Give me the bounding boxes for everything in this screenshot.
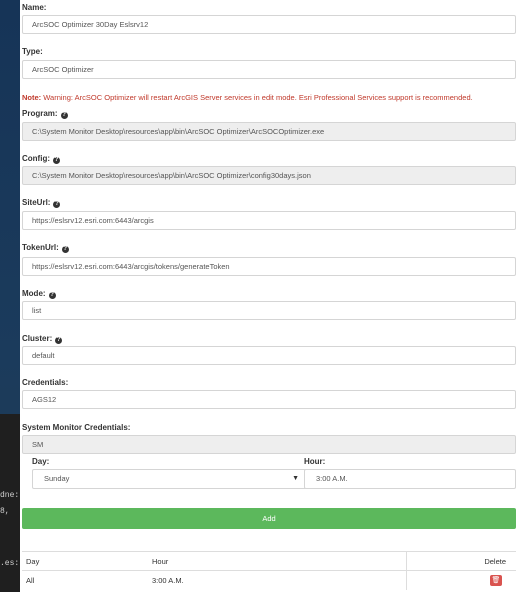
name-label: Name: [22, 3, 47, 12]
row-hour: 3:00 A.M. [148, 570, 406, 590]
table-header-row: Day Hour Delete [22, 551, 516, 571]
terminal-line: .es: [0, 559, 20, 568]
program-label: Program:? [22, 109, 68, 119]
add-button[interactable]: Add [22, 508, 516, 529]
day-select-value: Sunday [44, 474, 70, 483]
schedule-table: Day Hour Delete All 3:00 A.M. 🗑 [22, 551, 516, 590]
siteurl-label-text: SiteUrl: [22, 198, 51, 207]
credentials-field[interactable]: AGS12 [22, 390, 516, 409]
terminal-window: dne: 8, .es: [0, 414, 22, 592]
caret-down-icon: ▼ [292, 475, 299, 482]
column-header-day: Day [22, 551, 148, 571]
table-row: All 3:00 A.M. 🗑 [22, 570, 516, 590]
type-label: Type: [22, 47, 43, 56]
mode-field[interactable]: list [22, 301, 516, 320]
terminal-line: dne: [0, 491, 20, 500]
tokenurl-field[interactable]: https://eslsrv12.esri.com:6443/arcgis/to… [22, 257, 516, 276]
cluster-field[interactable]: default [22, 346, 516, 365]
mode-label-text: Mode: [22, 289, 46, 298]
question-circle-icon[interactable]: ? [60, 112, 68, 119]
config-label: Config:? [22, 154, 60, 164]
program-label-text: Program: [22, 109, 58, 118]
hour-label: Hour: [304, 457, 326, 466]
tokenurl-label-text: TokenUrl: [22, 243, 59, 252]
question-circle-icon[interactable]: ? [53, 157, 60, 164]
question-circle-icon[interactable]: ? [48, 292, 56, 299]
siteurl-label: SiteUrl:? [22, 198, 61, 208]
credentials-label: Credentials: [22, 378, 69, 387]
tokenurl-label: TokenUrl:? [22, 243, 69, 253]
type-field[interactable]: ArcSOC Optimizer [22, 60, 516, 79]
hour-field[interactable]: 3:00 A.M. [304, 469, 516, 489]
name-field[interactable]: ArcSOC Optimizer 30Day Eslsrv12 [22, 15, 516, 34]
note-prefix: Note: [22, 93, 42, 102]
day-label: Day: [32, 457, 50, 466]
hour-field-value: 3:00 A.M. [316, 474, 348, 483]
row-delete-cell: 🗑 [405, 570, 516, 590]
cluster-label-text: Cluster: [22, 334, 53, 343]
day-select[interactable]: Sunday ▼ [32, 469, 308, 489]
mode-label: Mode:? [22, 289, 56, 299]
trash-icon[interactable]: 🗑 [490, 574, 502, 586]
sm-credentials-label: System Monitor Credentials: [22, 423, 131, 432]
column-header-delete: Delete [405, 551, 516, 571]
column-header-hour: Hour [148, 551, 406, 571]
siteurl-field[interactable]: https://eslsrv12.esri.com:6443/arcgis [22, 211, 516, 230]
row-day: All [22, 570, 148, 590]
question-circle-icon[interactable]: ? [61, 246, 69, 253]
question-circle-icon[interactable]: ? [55, 337, 63, 344]
config-label-text: Config: [22, 154, 50, 163]
note-text: Warning: ArcSOC Optimizer will restart A… [41, 93, 473, 102]
program-field[interactable]: C:\System Monitor Desktop\resources\app\… [22, 122, 516, 141]
terminal-line: 8, [0, 507, 10, 516]
config-field[interactable]: C:\System Monitor Desktop\resources\app\… [22, 166, 516, 185]
warning-note: Note: Warning: ArcSOC Optimizer will res… [22, 93, 473, 102]
sm-credentials-field[interactable]: SM [22, 435, 516, 454]
cluster-label: Cluster:? [22, 334, 63, 344]
question-circle-icon[interactable]: ? [53, 201, 61, 208]
task-config-panel: Name: ArcSOC Optimizer 30Day Eslsrv12 Ty… [20, 0, 518, 592]
